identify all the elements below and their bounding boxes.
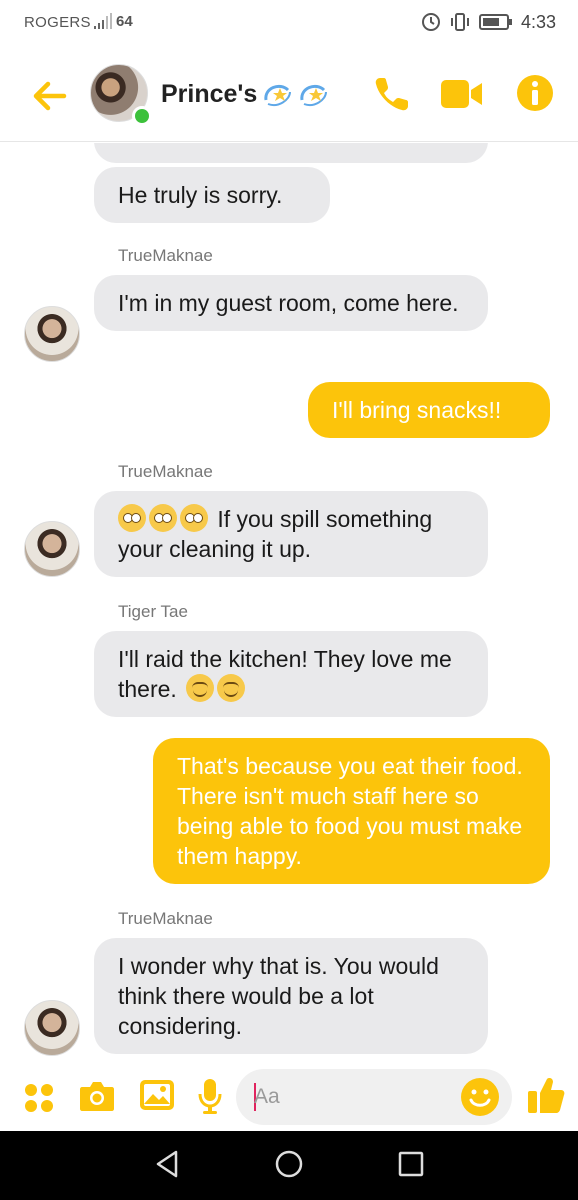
- sender-avatar[interactable]: [24, 521, 80, 577]
- dizzy-star-icon: [300, 84, 327, 106]
- camera-icon[interactable]: [78, 1079, 116, 1113]
- message-bubble-incoming[interactable]: If you spill something your cleaning it …: [94, 491, 488, 577]
- message-text: He truly is sorry.: [118, 182, 283, 208]
- message-thread[interactable]: He truly is sorry. TrueMaknae I'm in my …: [0, 143, 578, 1063]
- nav-recents-icon[interactable]: [396, 1148, 426, 1180]
- sender-name: TrueMaknae: [118, 246, 213, 265]
- gallery-icon[interactable]: [138, 1077, 176, 1113]
- dizzy-star-icon: [264, 84, 291, 106]
- smiling-face-emoji-icon: [217, 674, 246, 702]
- battery-icon: [478, 14, 512, 30]
- sender-name: TrueMaknae: [118, 909, 213, 928]
- message-input-container[interactable]: [236, 1069, 512, 1125]
- signal-strength-icon: [94, 13, 112, 29]
- title-emoji-group: [262, 78, 330, 108]
- message-text: I'll bring snacks!!: [332, 397, 502, 423]
- message-bubble-incoming[interactable]: I wonder why that is. You would think th…: [94, 938, 488, 1054]
- rolling-eyes-emoji-icon: [180, 504, 208, 532]
- info-icon[interactable]: [516, 74, 554, 112]
- message-bubble-outgoing[interactable]: That's because you eat their food. There…: [153, 738, 550, 884]
- sender-name: Tiger Tae: [118, 602, 188, 621]
- sender-avatar[interactable]: [24, 1000, 80, 1056]
- chat-header: Prince's: [0, 48, 578, 142]
- carrier-name: ROGERS: [24, 14, 91, 31]
- back-arrow-icon[interactable]: [28, 76, 72, 116]
- emoji-picker-icon[interactable]: [460, 1077, 500, 1117]
- clock: 4:33: [520, 11, 556, 32]
- message-bubble-incoming[interactable]: I'll raid the kitchen! They love me ther…: [94, 631, 488, 717]
- message-text: I'm in my guest room, come here.: [118, 290, 459, 316]
- message-bubble-incoming[interactable]: I'm in my guest room, come here.: [94, 275, 488, 331]
- online-status-indicator: [132, 106, 152, 126]
- nav-home-icon[interactable]: [274, 1148, 304, 1180]
- sender-name: TrueMaknae: [118, 462, 213, 481]
- microphone-icon[interactable]: [196, 1077, 224, 1115]
- system-navigation-bar: [0, 1131, 578, 1200]
- message-input[interactable]: [254, 1081, 454, 1113]
- rolling-eyes-emoji-icon: [118, 504, 146, 532]
- contact-avatar[interactable]: [90, 64, 152, 126]
- vibrate-icon: [450, 13, 469, 31]
- message-text: That's because you eat their food. There…: [177, 753, 523, 869]
- message-composer: [0, 1063, 578, 1131]
- sender-avatar[interactable]: [24, 306, 80, 362]
- message-bubble-outgoing[interactable]: I'll bring snacks!!: [308, 382, 550, 438]
- message-text: I'll raid the kitchen! They love me ther…: [118, 646, 452, 702]
- status-bar: ROGERS 64 4:33: [0, 0, 578, 48]
- signal-label: 64: [116, 13, 133, 30]
- more-actions-icon[interactable]: [22, 1081, 56, 1115]
- video-call-icon[interactable]: [440, 78, 484, 110]
- like-thumb-icon[interactable]: [526, 1075, 566, 1115]
- nav-back-icon[interactable]: [152, 1148, 182, 1180]
- alarm-icon: [421, 13, 440, 31]
- message-bubble-partial: [94, 143, 488, 163]
- smiling-face-emoji-icon: [186, 674, 215, 702]
- rolling-eyes-emoji-icon: [149, 504, 177, 532]
- message-text: I wonder why that is. You would think th…: [118, 953, 439, 1039]
- chat-title[interactable]: Prince's: [161, 80, 257, 109]
- message-bubble-incoming[interactable]: He truly is sorry.: [94, 167, 330, 223]
- voice-call-icon[interactable]: [372, 74, 412, 114]
